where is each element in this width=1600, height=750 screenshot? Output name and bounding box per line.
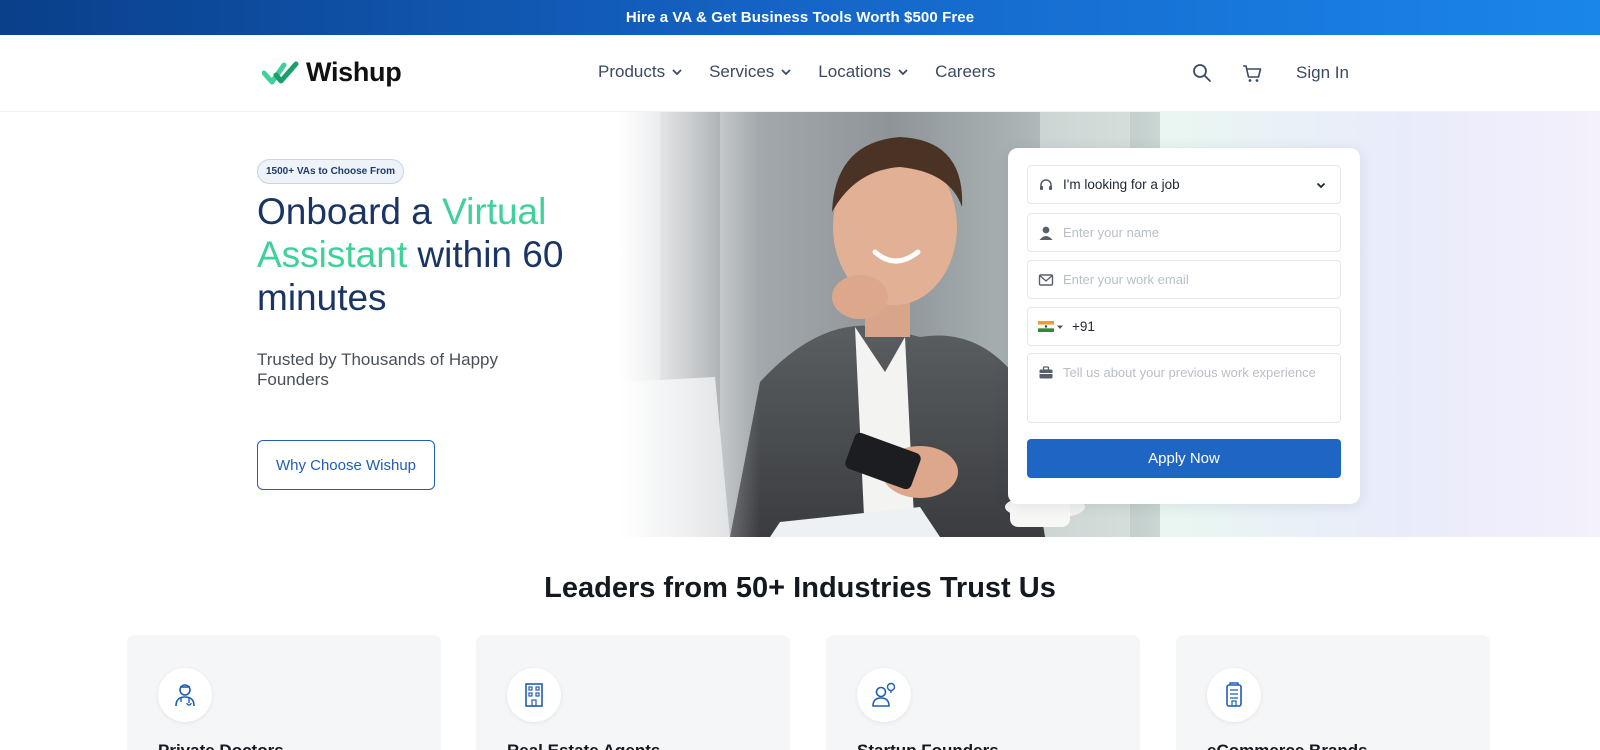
hero-headline: Onboard a Virtual Assistant within 60 mi… bbox=[257, 190, 617, 319]
name-placeholder: Enter your name bbox=[1063, 225, 1160, 240]
india-flag-icon[interactable] bbox=[1038, 321, 1063, 332]
nav-products-label: Products bbox=[598, 62, 666, 81]
industry-card-label: Startup Founders bbox=[857, 741, 999, 750]
headset-icon bbox=[1040, 178, 1052, 190]
sign-in-link[interactable]: Sign In bbox=[1296, 63, 1349, 83]
hero-section: 1500+ VAs to Choose From Onboard a Virtu… bbox=[0, 112, 1600, 537]
promo-banner[interactable]: Hire a VA & Get Business Tools Worth $50… bbox=[0, 0, 1600, 35]
wishup-check-icon bbox=[262, 61, 299, 84]
role-select[interactable]: I'm looking for a job bbox=[1027, 165, 1341, 204]
industry-card-real-estate[interactable]: Real Estate Agents bbox=[476, 635, 790, 750]
name-field[interactable]: Enter your name bbox=[1027, 213, 1341, 252]
va-count-badge: 1500+ VAs to Choose From bbox=[257, 159, 405, 184]
industry-card-label: eCommerce Brands bbox=[1207, 741, 1368, 750]
nav-careers[interactable]: Careers bbox=[935, 62, 995, 82]
role-select-value: I'm looking for a job bbox=[1063, 177, 1180, 192]
experience-placeholder: Tell us about your previous work experie… bbox=[1063, 365, 1316, 380]
cart-icon[interactable] bbox=[1241, 62, 1263, 84]
nav-services-label: Services bbox=[709, 62, 775, 81]
nav-locations-label: Locations bbox=[818, 62, 892, 81]
experience-textarea[interactable]: Tell us about your previous work experie… bbox=[1027, 353, 1341, 423]
email-placeholder: Enter your work email bbox=[1063, 272, 1189, 287]
nav-locations[interactable]: Locations bbox=[818, 62, 909, 82]
doctor-icon bbox=[158, 668, 212, 722]
chevron-down-icon bbox=[672, 69, 682, 76]
store-icon bbox=[1207, 668, 1261, 722]
industry-card-ecommerce[interactable]: eCommerce Brands bbox=[1176, 635, 1490, 750]
logo[interactable]: Wishup bbox=[262, 57, 402, 88]
hero-subtitle: Trusted by Thousands of Happy Founders bbox=[257, 350, 498, 389]
logo-text: Wishup bbox=[306, 57, 402, 87]
search-icon[interactable] bbox=[1191, 62, 1213, 84]
why-choose-wishup-button[interactable]: Why Choose Wishup bbox=[257, 440, 435, 490]
nav-products[interactable]: Products bbox=[598, 62, 683, 82]
chevron-down-icon bbox=[898, 69, 908, 76]
briefcase-icon bbox=[1039, 366, 1053, 379]
apply-now-button[interactable]: Apply Now bbox=[1027, 439, 1341, 478]
industry-card-label: Private Doctors bbox=[158, 741, 284, 750]
photo-fade bbox=[620, 112, 760, 537]
building-icon bbox=[507, 668, 561, 722]
user-icon bbox=[1039, 226, 1053, 240]
chevron-down-icon bbox=[1316, 182, 1326, 189]
nav-careers-label: Careers bbox=[935, 62, 996, 81]
nav-services[interactable]: Services bbox=[709, 62, 792, 82]
caret-down-icon bbox=[1057, 325, 1063, 329]
site-header: Wishup Products Services Locations Caree… bbox=[0, 35, 1600, 112]
founder-icon bbox=[857, 668, 911, 722]
main-nav: Products Services Locations Careers bbox=[598, 62, 996, 82]
chevron-down-icon bbox=[781, 69, 791, 76]
industry-card-startups[interactable]: Startup Founders bbox=[826, 635, 1140, 750]
application-form: I'm looking for a job Enter your name En… bbox=[1008, 148, 1360, 504]
industry-card-label: Real Estate Agents bbox=[507, 741, 660, 750]
promo-text[interactable]: Hire a VA & Get Business Tools Worth $50… bbox=[626, 9, 974, 26]
headline-part-1: Onboard a bbox=[257, 191, 443, 232]
phone-field[interactable]: +91 bbox=[1027, 307, 1341, 346]
industries-title: Leaders from 50+ Industries Trust Us bbox=[544, 572, 1056, 604]
country-code: +91 bbox=[1072, 319, 1095, 334]
email-field[interactable]: Enter your work email bbox=[1027, 260, 1341, 299]
mail-icon bbox=[1038, 273, 1054, 286]
industry-card-doctors[interactable]: Private Doctors bbox=[127, 635, 441, 750]
